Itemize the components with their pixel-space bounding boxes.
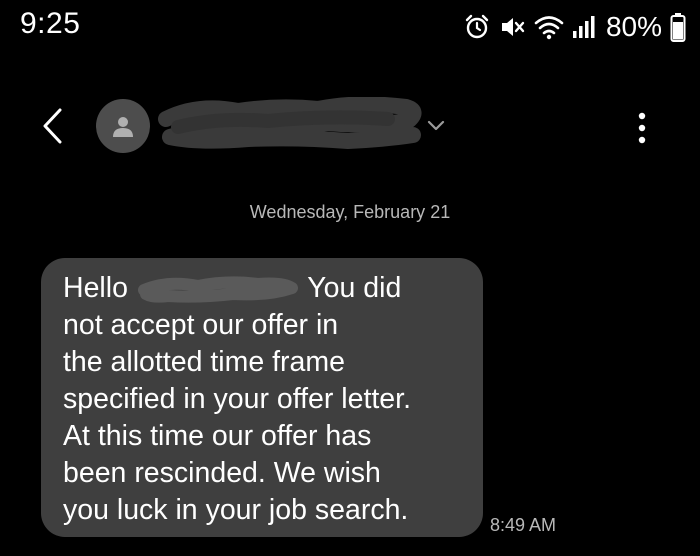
- conversation-header: [0, 80, 700, 170]
- message-text: Hello You did not accept our offer in th…: [63, 270, 473, 529]
- message-timestamp: 8:49 AM: [490, 515, 557, 535]
- person-icon: [113, 117, 133, 137]
- more-vertical-icon: [638, 112, 646, 144]
- message-line: not accept our offer in: [63, 309, 339, 341]
- wifi-icon: [534, 14, 564, 40]
- message-line: been rescinded. We wish: [63, 457, 381, 489]
- expand-contact-button[interactable]: [426, 116, 446, 136]
- status-time: 9:25: [20, 7, 81, 40]
- cellular-signal-icon: [572, 14, 596, 40]
- message-line: At this time our offer has: [63, 420, 372, 452]
- more-options-button[interactable]: [622, 106, 662, 150]
- message-line: specified in your offer letter.: [63, 383, 411, 415]
- status-icons: 80%: [464, 9, 686, 45]
- message-greeting: Hello: [63, 272, 128, 304]
- message-line: you luck in your job search.: [63, 494, 409, 526]
- message-line: the allotted time frame: [63, 346, 345, 378]
- back-button[interactable]: [32, 104, 72, 148]
- contact-name-redacted[interactable]: [158, 96, 428, 155]
- contact-avatar[interactable]: [96, 99, 150, 153]
- redaction-scribble: [137, 276, 298, 304]
- recipient-name-redacted: [137, 274, 298, 304]
- message-line1-rest: You did: [307, 272, 402, 304]
- battery-percent: 80%: [605, 11, 662, 42]
- battery-icon: [670, 12, 686, 42]
- date-separator: Wednesday, February 21: [249, 202, 451, 222]
- alarm-icon: [464, 14, 490, 40]
- redaction-scribble: [158, 96, 422, 149]
- vibrate-mute-icon: [498, 14, 526, 40]
- chevron-down-icon: [427, 120, 445, 131]
- message-line: Hello You did: [63, 270, 473, 307]
- chevron-left-icon: [43, 108, 62, 144]
- message-bubble[interactable]: Hello You did not accept our offer in th…: [41, 258, 483, 537]
- status-bar: 9:25 80%: [0, 0, 700, 56]
